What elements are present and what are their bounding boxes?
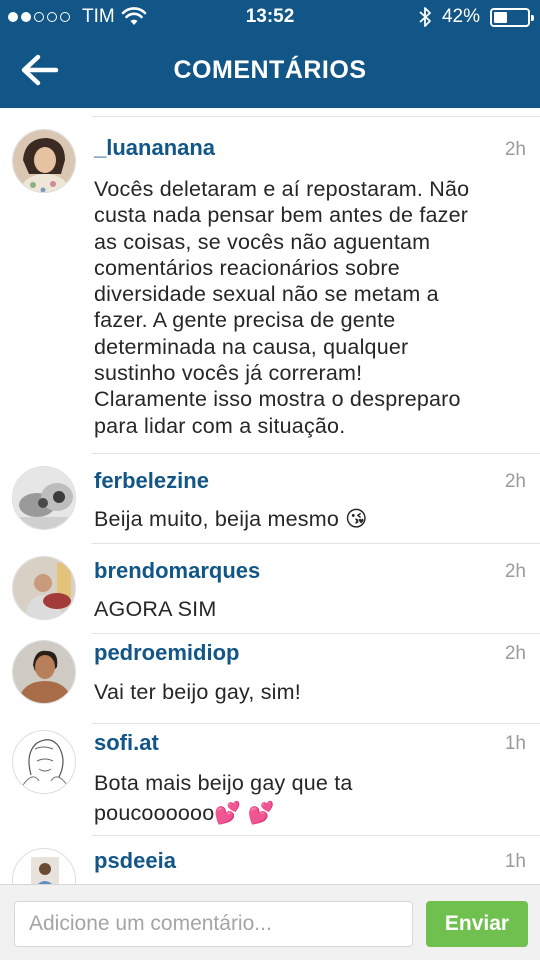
comment-time: 1h (504, 851, 526, 872)
status-bar: TIM 13:52 42% (0, 0, 540, 36)
comment-item: brendomarques 2h AGORA SIM (0, 544, 540, 634)
status-right: 42% (418, 6, 534, 28)
comment-item: _luananana 2h Vocês deletaram e aí repos… (0, 116, 540, 454)
comment-input[interactable] (14, 901, 413, 947)
comment-text: Vocês deletaram e aí repostaram. Não cus… (94, 176, 514, 439)
comment-username[interactable]: _luananana (94, 135, 215, 161)
comment-line: custa nada pensar bem antes de fazer (94, 203, 469, 228)
comment-line: Bota mais beijo gay que ta (94, 771, 353, 795)
battery-icon (490, 7, 534, 27)
comment-time: 2h (504, 561, 526, 582)
comment-line: Beija muito, beija mesmo 😘 (94, 507, 368, 531)
page-title: COMENTÁRIOS (173, 56, 367, 84)
comment-line: as coisas, se vocês não aguentam (94, 229, 431, 254)
comment-text: Beija muito, beija mesmo 😘 (94, 506, 514, 532)
comment-line: Claramente isso mostra o despreparo (94, 387, 461, 412)
avatar[interactable] (12, 466, 76, 530)
comment-line: para lidar com a situação. (94, 413, 346, 438)
comment-composer: Enviar (0, 884, 540, 960)
comment-text: Bota mais beijo gay que ta poucoooooo💕 💕 (94, 768, 514, 828)
comment-username[interactable]: psdeeia (94, 848, 176, 874)
comment-line: comentários reacionários sobre (94, 255, 400, 280)
comment-line: AGORA SIM (94, 597, 217, 621)
comment-item: sofi.at 1h Bota mais beijo gay que ta po… (0, 724, 540, 836)
comment-item: psdeeia 1h (0, 836, 540, 884)
avatar[interactable] (12, 848, 76, 884)
send-button[interactable]: Enviar (426, 901, 528, 947)
comment-item: pedroemidiop 2h Vai ter beijo gay, sim! (0, 634, 540, 724)
comment-line: sustinho vocês já correram! (94, 361, 363, 386)
comment-line: determinada na causa, qualquer (94, 334, 409, 359)
comment-text: AGORA SIM (94, 596, 514, 622)
comment-line: diversidade sexual não se metam a (94, 282, 439, 307)
avatar[interactable] (12, 730, 76, 794)
comment-line: poucoooooo💕 💕 (94, 801, 275, 825)
comment-time: 1h (504, 733, 526, 754)
app-header: TIM 13:52 42% COMENTÁRIOS (0, 0, 540, 108)
comment-time: 2h (504, 643, 526, 664)
comment-username[interactable]: pedroemidiop (94, 640, 239, 666)
battery-nub (531, 14, 534, 21)
battery-fill (494, 11, 508, 23)
avatar[interactable] (12, 556, 76, 620)
comment-line: Vai ter beijo gay, sim! (94, 680, 301, 704)
comment-username[interactable]: ferbelezine (94, 468, 209, 494)
comment-username[interactable]: brendomarques (94, 558, 260, 584)
comment-time: 2h (504, 139, 526, 160)
battery-percent: 42% (441, 6, 480, 27)
comment-username[interactable]: sofi.at (94, 730, 159, 756)
comment-line: fazer. A gente precisa de gente (94, 308, 396, 333)
comments-list[interactable]: _luananana 2h Vocês deletaram e aí repos… (0, 108, 540, 884)
comment-line: Vocês deletaram e aí repostaram. Não (94, 177, 470, 201)
comment-time: 2h (504, 471, 526, 492)
comment-item: ferbelezine 2h Beija muito, beija mesmo … (0, 454, 540, 544)
comment-text: Vai ter beijo gay, sim! (94, 679, 514, 705)
avatar[interactable] (12, 640, 76, 704)
avatar[interactable] (12, 129, 76, 193)
bluetooth-icon (419, 7, 431, 27)
